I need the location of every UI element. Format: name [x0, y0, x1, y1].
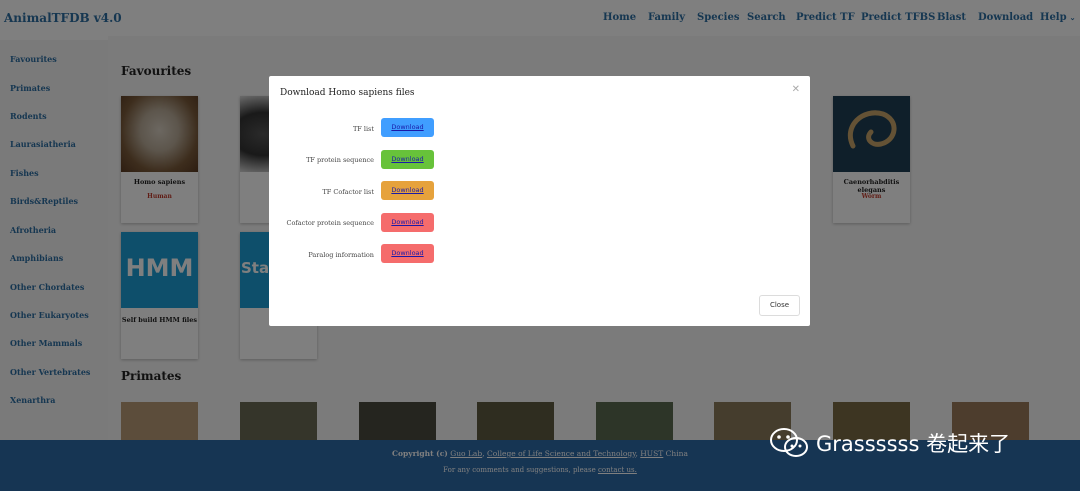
download-dialog: Download Homo sapiens files ✕ TF list Do…: [269, 76, 810, 326]
cofactor-protein-sequence-label: Cofactor protein sequence: [286, 219, 374, 227]
download-tf-protein-sequence-button[interactable]: Download: [381, 150, 434, 169]
tf-protein-sequence-label: TF protein sequence: [306, 156, 374, 164]
download-cofactor-protein-sequence-button[interactable]: Download: [381, 213, 434, 232]
download-tf-list-button[interactable]: Download: [381, 118, 434, 137]
dialog-title: Download Homo sapiens files: [280, 88, 415, 98]
close-icon[interactable]: ✕: [792, 84, 800, 95]
tf-list-label: TF list: [352, 125, 374, 133]
watermark-text: Grassssss 卷起来了: [816, 432, 1011, 456]
wechat-watermark: Grassssss 卷起来了: [768, 427, 1010, 459]
download-tf-cofactor-list-button[interactable]: Download: [381, 181, 434, 200]
close-button[interactable]: Close: [759, 295, 800, 316]
paralog-information-label: Paralog information: [308, 251, 374, 259]
download-paralog-information-button[interactable]: Download: [381, 244, 434, 263]
tf-cofactor-list-label: TF Cofactor list: [322, 188, 374, 196]
wechat-icon: [770, 428, 808, 457]
